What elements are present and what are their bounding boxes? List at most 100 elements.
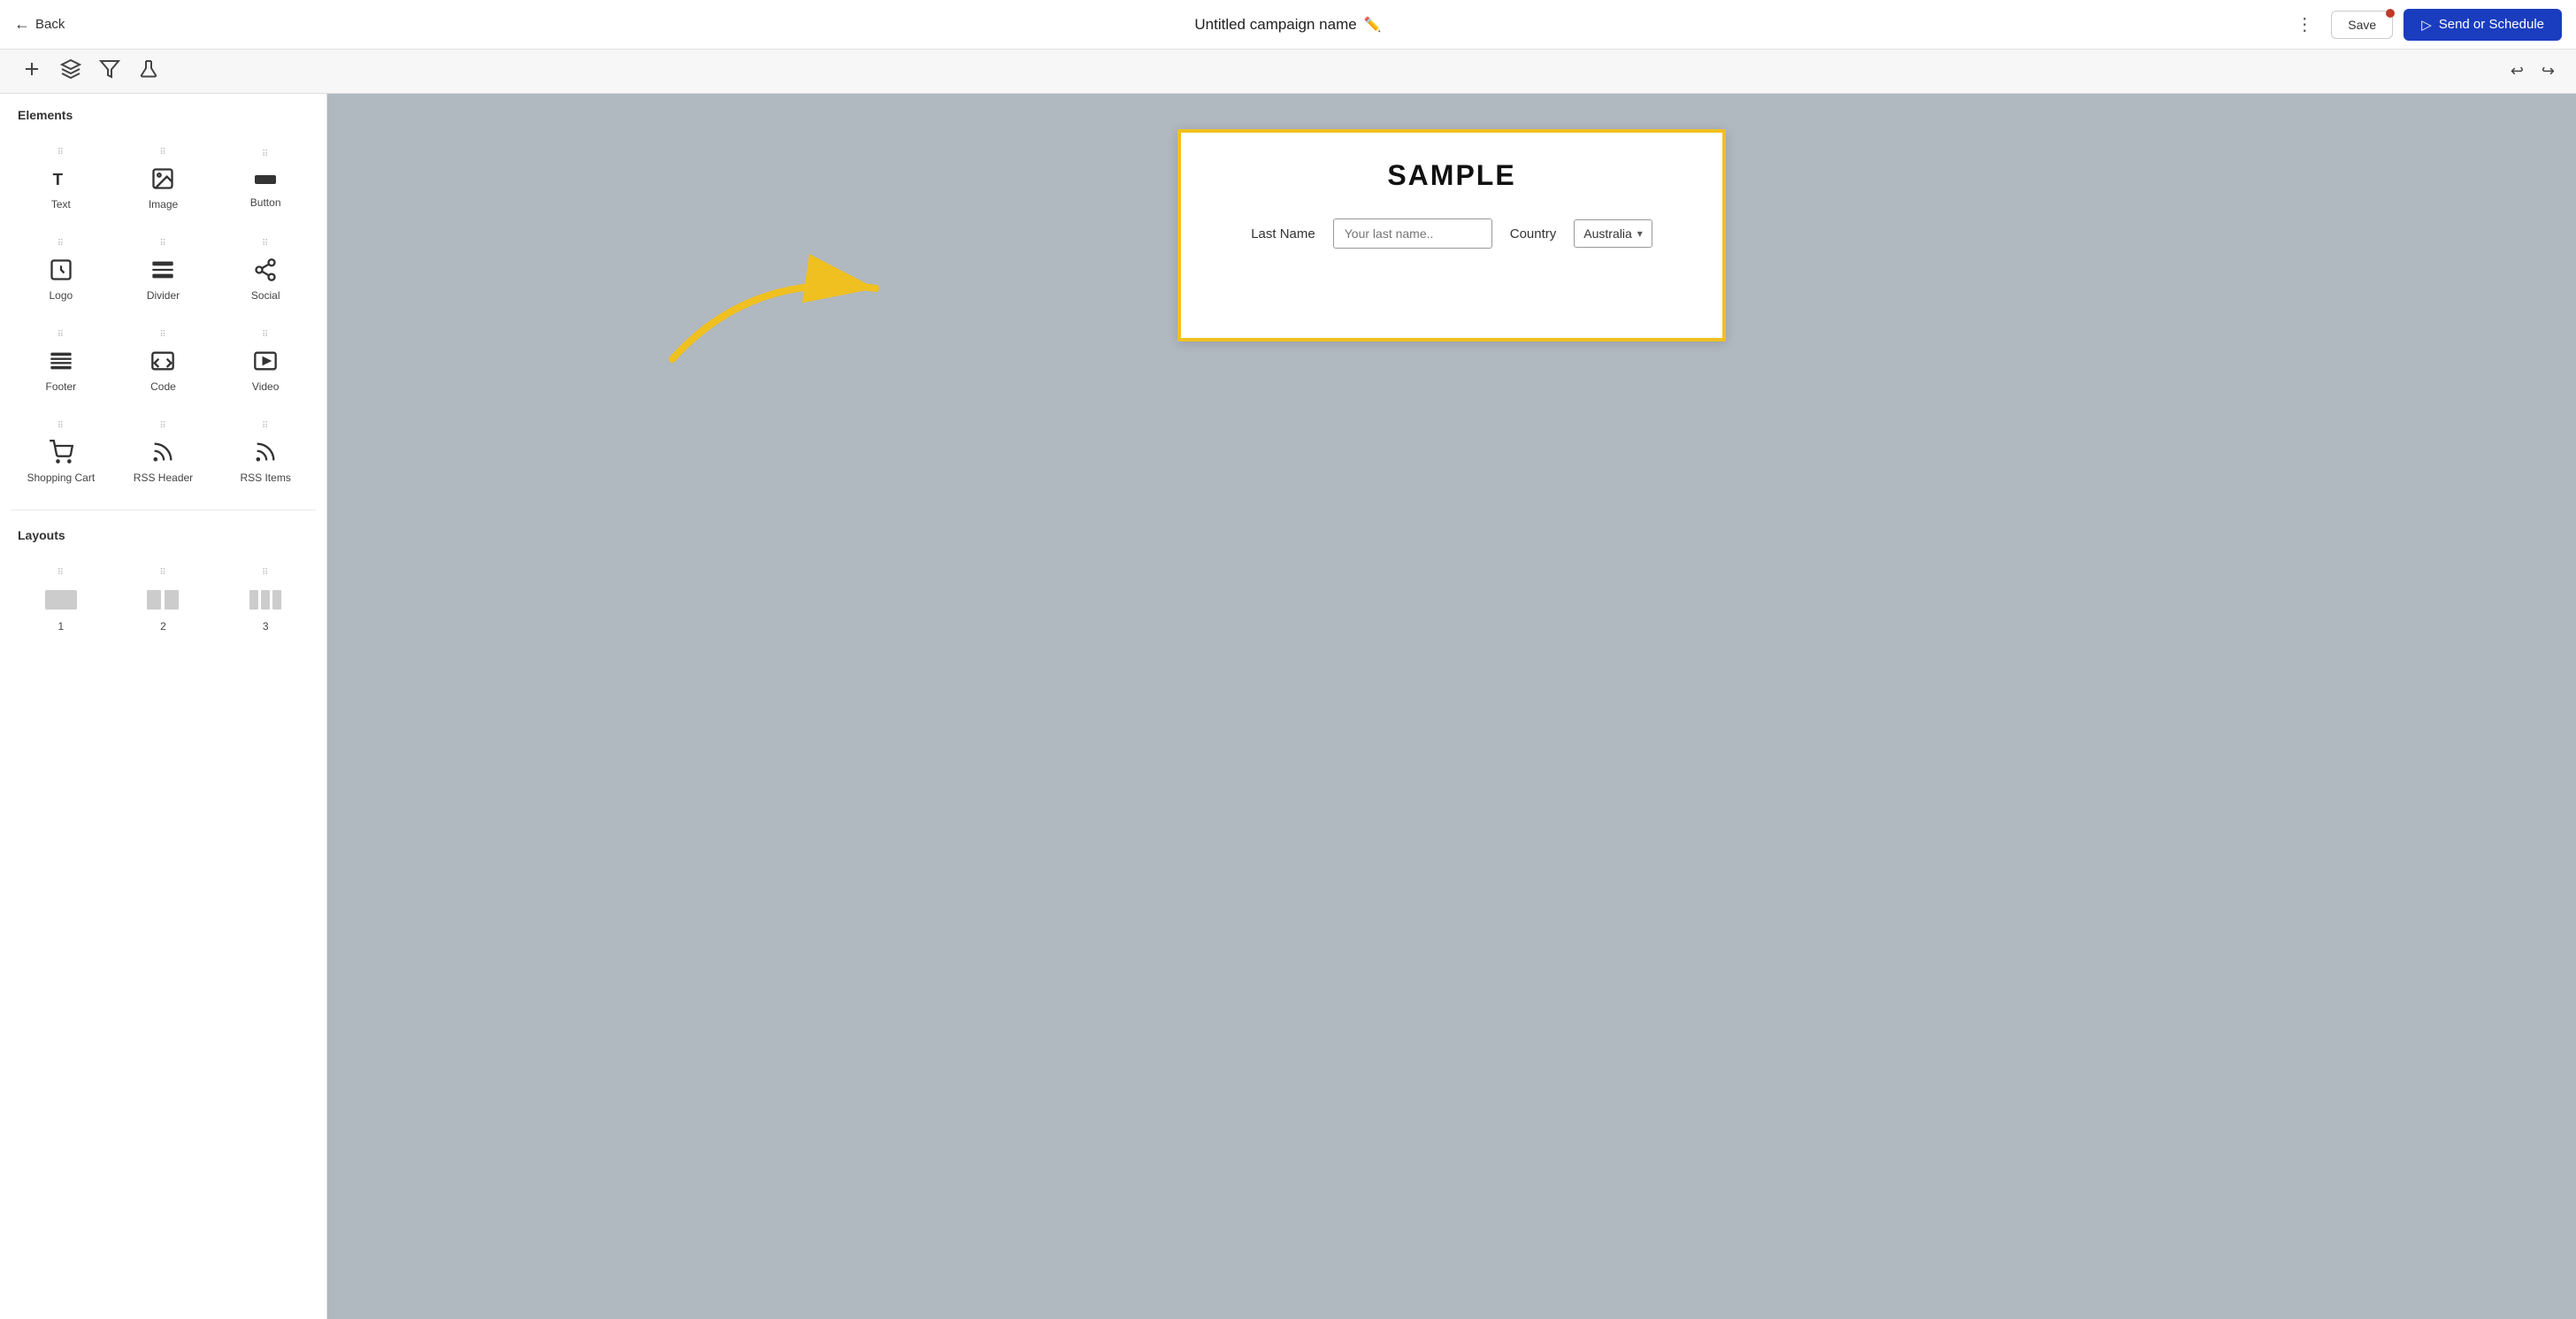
element-social-label: Social (251, 289, 280, 302)
save-button[interactable]: Save (2331, 11, 2393, 39)
element-divider[interactable]: ⠿ Divider (113, 224, 214, 313)
email-form-row: Last Name Country Australia ▾ (1251, 219, 1652, 249)
top-bar-center: Untitled campaign name ✏️ (1194, 16, 1381, 34)
element-rss-items-label: RSS Items (240, 472, 290, 484)
elements-section-title: Elements (0, 94, 326, 129)
main-layout: Elements ⠿ T Text ⠿ Image ⠿ (0, 94, 2576, 1319)
layout-3[interactable]: ⠿ 3 (215, 553, 316, 644)
layout-1-icon (43, 587, 79, 613)
element-video[interactable]: ⠿ Video (215, 315, 316, 404)
video-icon (253, 349, 278, 373)
element-rss-header[interactable]: ⠿ RSS Header (113, 406, 214, 495)
email-preview: SAMPLE Last Name Country Australia ▾ (1177, 129, 1726, 341)
filter-icon (99, 58, 120, 80)
drag-dots: ⠿ (262, 330, 269, 340)
social-icon (253, 257, 278, 282)
drag-dots: ⠿ (159, 148, 166, 157)
element-button-label: Button (250, 196, 281, 209)
element-logo[interactable]: ⠿ Logo (11, 224, 111, 313)
flask-icon (138, 58, 159, 80)
layout-3-icon (248, 587, 283, 613)
element-social[interactable]: ⠿ Social (215, 224, 316, 313)
more-options-button[interactable]: ⋮ (2288, 10, 2320, 39)
top-bar: ← Back Untitled campaign name ✏️ ⋮ Save … (0, 0, 2576, 50)
element-image[interactable]: ⠿ Image (113, 133, 214, 222)
filter-button[interactable] (92, 53, 127, 89)
layers-icon (60, 58, 81, 80)
layout-1-label: 1 (58, 620, 64, 633)
element-text-label: Text (51, 198, 71, 211)
drag-dots: ⠿ (262, 421, 269, 431)
element-divider-label: Divider (147, 289, 180, 302)
text-icon: T (49, 166, 73, 191)
image-icon (150, 166, 175, 191)
drag-dots: ⠿ (262, 150, 269, 159)
chevron-down-icon: ▾ (1637, 227, 1643, 240)
element-button[interactable]: ⠿ Button (215, 133, 316, 222)
drag-dots: ⠿ (159, 330, 166, 340)
element-code[interactable]: ⠿ Code (113, 315, 214, 404)
code-icon (150, 349, 175, 373)
arrow-annotation (619, 200, 929, 377)
send-schedule-button[interactable]: ▷ Send or Schedule (2404, 9, 2562, 41)
layout-3-label: 3 (263, 620, 269, 633)
element-logo-label: Logo (49, 289, 73, 302)
country-value: Australia (1583, 226, 1631, 241)
element-code-label: Code (150, 380, 176, 393)
add-element-button[interactable] (14, 53, 50, 89)
drag-dots: ⠿ (58, 330, 65, 340)
sample-title: SAMPLE (1387, 159, 1515, 192)
rss-header-icon (150, 440, 175, 464)
notification-dot (2386, 9, 2395, 18)
country-label: Country (1510, 226, 1557, 242)
element-text[interactable]: ⠿ T Text (11, 133, 111, 222)
drag-dots: ⠿ (262, 239, 269, 249)
layouts-grid: ⠿ 1 ⠿ 2 ⠿ 3 (0, 549, 326, 655)
layout-2[interactable]: ⠿ 2 (113, 553, 214, 644)
drag-dots: ⠿ (58, 239, 65, 249)
shopping-cart-icon (49, 440, 73, 464)
send-label: Send or Schedule (2439, 17, 2544, 32)
element-rss-header-label: RSS Header (134, 472, 193, 484)
send-icon: ▷ (2421, 17, 2432, 33)
last-name-label: Last Name (1251, 226, 1315, 242)
back-button[interactable]: ← Back (14, 15, 65, 34)
svg-text:T: T (52, 170, 63, 188)
redo-button[interactable]: ↪ (2534, 57, 2562, 86)
flask-button[interactable] (131, 53, 166, 89)
top-bar-right: ⋮ Save ▷ Send or Schedule (2288, 9, 2562, 41)
element-footer[interactable]: ⠿ Footer (11, 315, 111, 404)
logo-icon (49, 257, 73, 282)
footer-icon (49, 349, 73, 373)
toolbar: ↩ ↪ (0, 50, 2576, 94)
element-footer-label: Footer (45, 380, 76, 393)
drag-dots: ⠿ (159, 568, 166, 578)
element-video-label: Video (252, 380, 279, 393)
back-label: Back (35, 17, 65, 32)
country-select[interactable]: Australia ▾ (1574, 219, 1652, 248)
drag-dots: ⠿ (159, 239, 166, 249)
back-arrow-icon: ← (14, 15, 30, 34)
toolbar-right: ↩ ↪ (2503, 57, 2562, 86)
plus-icon (21, 58, 42, 80)
element-rss-items[interactable]: ⠿ RSS Items (215, 406, 316, 495)
canvas-area: SAMPLE Last Name Country Australia ▾ (327, 94, 2576, 1319)
elements-grid: ⠿ T Text ⠿ Image ⠿ Button (0, 129, 326, 506)
layout-1[interactable]: ⠿ 1 (11, 553, 111, 644)
button-icon (253, 168, 278, 189)
drag-dots: ⠿ (58, 568, 65, 578)
top-bar-left: ← Back (14, 15, 65, 34)
drag-dots: ⠿ (58, 148, 65, 157)
element-image-label: Image (149, 198, 178, 211)
edit-icon[interactable]: ✏️ (1364, 16, 1382, 34)
element-shopping-cart-label: Shopping Cart (27, 472, 95, 484)
rss-items-icon (253, 440, 278, 464)
divider-icon (150, 257, 175, 282)
layers-button[interactable] (53, 53, 88, 89)
layout-2-icon (145, 587, 180, 613)
layouts-section-title: Layouts (0, 514, 326, 549)
element-shopping-cart[interactable]: ⠿ Shopping Cart (11, 406, 111, 495)
undo-button[interactable]: ↩ (2503, 57, 2531, 86)
save-label: Save (2348, 18, 2376, 32)
last-name-input[interactable] (1333, 219, 1492, 249)
